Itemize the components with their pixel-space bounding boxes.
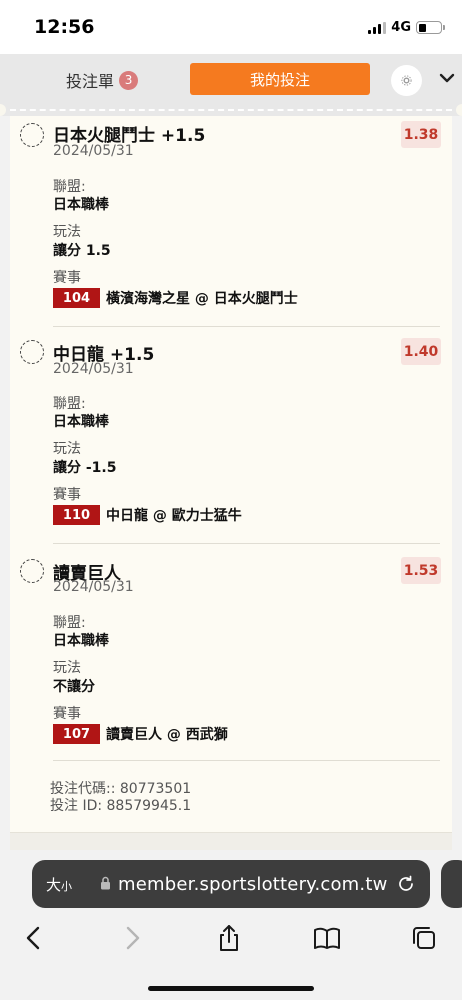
bet-select-radio[interactable] [20, 123, 44, 147]
bettype-value: 讓分 1.5 [53, 243, 111, 259]
match-name: 中日龍 @ 歐力士猛牛 [106, 508, 242, 524]
status-bar: 12:56 4G [0, 0, 462, 54]
league-value: 日本職棒 [53, 633, 109, 649]
bet-select-radio[interactable] [20, 340, 44, 364]
match-id-badge: 104 [53, 288, 100, 308]
event-label: 賽事 [53, 487, 81, 503]
tab-betslip-label: 投注單 [66, 72, 115, 91]
bettype-label: 玩法 [53, 224, 81, 240]
bettype-value: 不讓分 [53, 679, 95, 695]
bet-date: 2024/05/31 [53, 579, 134, 595]
gear-icon [401, 75, 412, 86]
network-label: 4G [391, 20, 411, 35]
address-bar[interactable]: 大小 member.sportslottery.com.tw [32, 860, 430, 908]
bet-id: 投注 ID: 88579945.1 [50, 798, 192, 814]
reload-icon[interactable] [396, 874, 416, 894]
league-label: 聯盟: [53, 396, 86, 412]
home-indicator [148, 986, 314, 991]
status-time: 12:56 [34, 16, 95, 38]
text-size-button[interactable]: 大小 [46, 874, 72, 895]
back-icon[interactable] [18, 922, 50, 954]
lock-icon [101, 876, 110, 890]
url-text: member.sportslottery.com.tw [118, 873, 388, 895]
event-label: 賽事 [53, 270, 81, 286]
bet-date: 2024/05/31 [53, 361, 134, 377]
event-label: 賽事 [53, 706, 81, 722]
match-name: 橫濱海灣之星 @ 日本火腿鬥士 [106, 291, 298, 307]
league-label: 聯盟: [53, 615, 86, 631]
match-row: 110 中日龍 @ 歐力士猛牛 [53, 505, 242, 525]
next-tab-peek[interactable] [441, 860, 462, 908]
text-size-big: 大 [46, 875, 62, 894]
match-id-badge: 107 [53, 724, 100, 744]
tabs-icon[interactable] [408, 922, 440, 954]
bet-divider [53, 760, 440, 761]
tab-betslip[interactable]: 投注單 3 [66, 68, 139, 92]
match-row: 104 橫濱海灣之星 @ 日本火腿鬥士 [53, 288, 298, 308]
bet-odds: 1.38 [401, 121, 441, 148]
match-row: 107 讀賣巨人 @ 西武獅 [53, 724, 228, 744]
text-size-small: 小 [61, 879, 73, 893]
bettype-label: 玩法 [53, 441, 81, 457]
my-bets-panel: 日本火腿鬥士 +1.5 1.38 2024/05/31 聯盟: 日本職棒 玩法 … [10, 116, 452, 856]
bet-odds: 1.40 [401, 338, 441, 365]
bettype-label: 玩法 [53, 660, 81, 676]
chevron-down-icon[interactable] [437, 68, 457, 88]
signal-icon [368, 21, 387, 34]
ticket-separator [0, 104, 462, 116]
status-indicators: 4G [368, 20, 445, 35]
battery-icon [416, 21, 445, 34]
settings-button[interactable] [391, 65, 422, 96]
forward-icon[interactable] [116, 922, 148, 954]
match-id-badge: 110 [53, 505, 100, 525]
league-value: 日本職棒 [53, 414, 109, 430]
match-name: 讀賣巨人 @ 西武獅 [106, 727, 228, 743]
tab-my-bets[interactable]: 我的投注 [190, 63, 370, 95]
share-icon[interactable] [213, 922, 245, 954]
bet-divider [53, 543, 440, 544]
bookmarks-icon[interactable] [311, 922, 343, 954]
betslip-count-badge: 3 [119, 70, 139, 90]
bettype-value: 讓分 -1.5 [53, 460, 117, 476]
league-label: 聯盟: [53, 179, 86, 195]
bet-date: 2024/05/31 [53, 143, 134, 159]
bet-odds: 1.53 [401, 557, 441, 584]
browser-nav-toolbar [0, 922, 462, 958]
app-header: 投注單 3 我的投注 [0, 54, 462, 104]
browser-toolbar: 大小 member.sportslottery.com.tw [0, 850, 462, 1000]
league-value: 日本職棒 [53, 197, 109, 213]
bet-select-radio[interactable] [20, 559, 44, 583]
bet-divider [53, 326, 440, 327]
